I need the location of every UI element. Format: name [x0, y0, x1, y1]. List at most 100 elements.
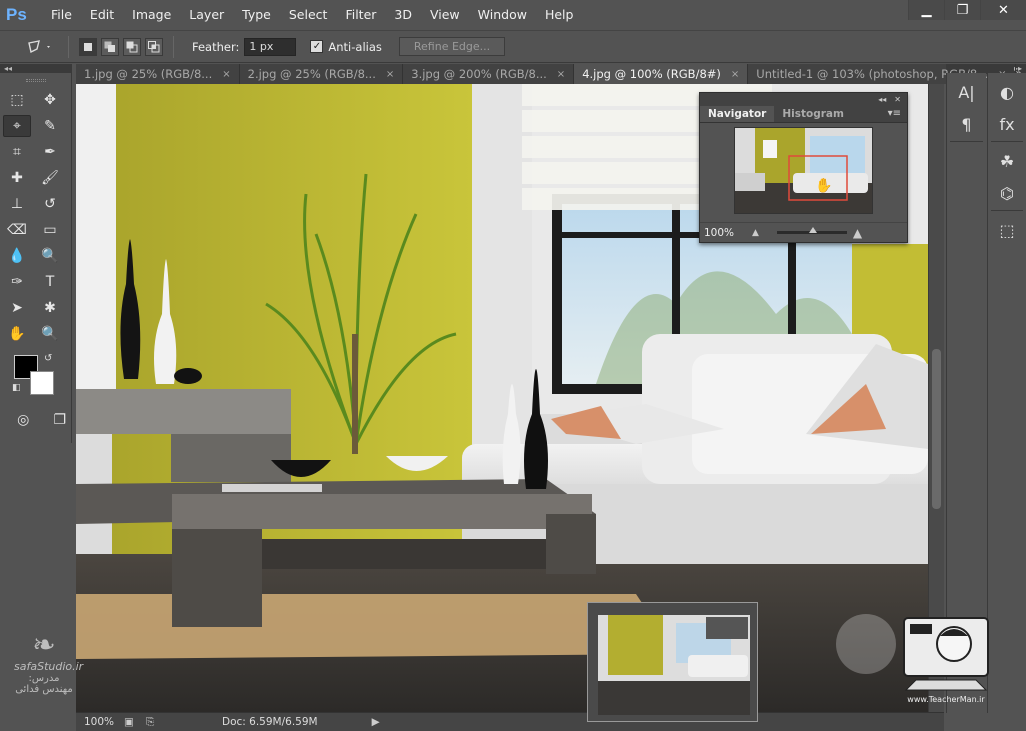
document-tab-bar: 1.jpg @ 25% (RGB/8... × 2.jpg @ 25% (RGB/8…: [76, 64, 1022, 84]
hand-icon[interactable]: ✋: [3, 323, 31, 345]
tool-preset-picker[interactable]: [20, 34, 60, 60]
zoom-icon[interactable]: 🔍: [36, 323, 64, 345]
proof-icon[interactable]: ▣: [124, 716, 146, 728]
new-selection-button[interactable]: [79, 37, 97, 56]
gradient-icon[interactable]: ▭: [36, 219, 64, 241]
document-tab[interactable]: 2.jpg @ 25% (RGB/8... ×: [240, 64, 404, 84]
panel-tabs: Navigator Histogram ▾≡: [700, 105, 907, 123]
eraser-icon[interactable]: ⌫: [3, 219, 31, 241]
menu-filter[interactable]: Filter: [336, 0, 385, 30]
menu-3d[interactable]: 3D: [385, 0, 421, 30]
menu-window[interactable]: Window: [469, 0, 536, 30]
swap-colors-icon[interactable]: ↺: [44, 353, 52, 364]
close-button[interactable]: ✕: [980, 0, 1026, 20]
status-menu-arrow-icon[interactable]: ▶: [372, 716, 380, 728]
toolbox-grip[interactable]: [0, 73, 71, 87]
default-colors-icon[interactable]: ◧: [12, 383, 21, 393]
type-icon[interactable]: T: [36, 271, 64, 293]
menu-file[interactable]: File: [42, 0, 81, 30]
eyedropper-icon[interactable]: ✒: [36, 141, 64, 163]
zoom-out-icon[interactable]: ▲: [752, 228, 759, 238]
intersect-selection-button[interactable]: [145, 37, 163, 56]
document-tab-label: 3.jpg @ 200% (RGB/8...: [411, 67, 547, 81]
safastudio-site: safaStudio.ir: [14, 660, 84, 673]
tab-histogram[interactable]: Histogram: [774, 106, 852, 122]
teacher-caricature-logo: [903, 617, 989, 691]
restore-button[interactable]: ❐: [944, 0, 980, 20]
polygonal-lasso-icon[interactable]: ⌖: [3, 115, 31, 137]
instructor-credit: مدرس: مهندس فدائی: [15, 673, 73, 695]
color-swatches: ↺ ◧: [0, 353, 71, 403]
spot-healing-icon[interactable]: ✚: [3, 167, 31, 189]
tab-navigator[interactable]: Navigator: [700, 106, 775, 122]
add-to-selection-button[interactable]: [101, 37, 119, 56]
status-bar: 100% ▣ ⎘ Doc: 6.59M/6.59M ▶: [76, 712, 944, 731]
tab-close-icon[interactable]: ×: [386, 69, 394, 80]
quick-selection-icon[interactable]: ✎: [36, 115, 64, 137]
refine-edge-button[interactable]: Refine Edge...: [398, 37, 506, 56]
toolbox: ⬚ ✥ ⌖ ✎ ⌗ ✒ ✚ 🖌 ⊥ ↺ ⌫ ▭ 💧 🔍 ✑ T ➤ ✱ ✋ 🔍 ↺ ◧ ◎ ❐: [0, 73, 72, 443]
document-tab-label: 2.jpg @ 25% (RGB/8...: [247, 67, 376, 81]
paths-panel-icon[interactable]: ⌬: [992, 180, 1022, 206]
feather-label: Feather:: [192, 39, 240, 54]
zoom-slider-knob[interactable]: [808, 227, 817, 233]
status-zoom[interactable]: 100%: [76, 716, 124, 728]
blur-icon[interactable]: 💧: [3, 245, 31, 267]
zoom-in-icon[interactable]: ▲: [853, 226, 862, 240]
photoshop-logo: Ps: [6, 5, 27, 24]
navigator-preview: ✋: [735, 128, 872, 213]
character-panel-icon[interactable]: A|: [952, 79, 982, 105]
scrollbar-thumb[interactable]: [932, 349, 941, 509]
channels-panel-icon[interactable]: ☘: [992, 148, 1022, 174]
divider: [173, 35, 174, 58]
collapse-panel-icon[interactable]: ◂◂: [878, 95, 886, 104]
minimize-button[interactable]: ▁: [908, 0, 944, 20]
menu-image[interactable]: Image: [123, 0, 180, 30]
panel-header: ◂◂ ✕: [700, 93, 907, 105]
move-icon[interactable]: ✥: [36, 89, 64, 111]
menu-layer[interactable]: Layer: [180, 0, 233, 30]
styles-panel-icon[interactable]: fx: [992, 111, 1022, 137]
menu-select[interactable]: Select: [280, 0, 337, 30]
document-tab[interactable]: 3.jpg @ 200% (RGB/8... ×: [403, 64, 575, 84]
feather-input[interactable]: [244, 37, 297, 56]
subtract-from-selection-button[interactable]: [123, 37, 141, 56]
navigator-zoom-slider[interactable]: [776, 227, 847, 234]
tab-close-icon[interactable]: ×: [557, 69, 565, 80]
doc-size-info: Doc: 6.59M/6.59M: [222, 716, 318, 728]
antialias-label: Anti-alias: [328, 39, 382, 54]
tab-close-icon[interactable]: ×: [731, 69, 739, 80]
3d-panel-icon[interactable]: ⬚: [992, 217, 1022, 243]
pen-icon[interactable]: ✑: [3, 271, 31, 293]
close-panel-icon[interactable]: ✕: [894, 95, 901, 104]
antialias-checkbox[interactable]: ✓: [310, 40, 324, 53]
adjustments-panel-icon[interactable]: ◐: [992, 79, 1022, 105]
menu-edit[interactable]: Edit: [81, 0, 123, 30]
crop-icon[interactable]: ⌗: [3, 141, 31, 163]
divider: [68, 35, 69, 58]
dodge-icon[interactable]: 🔍: [36, 245, 64, 267]
rectangular-marquee-icon[interactable]: ⬚: [3, 89, 31, 111]
navigator-thumbnail[interactable]: ✋: [734, 127, 873, 214]
teacherman-watermark: www.TeacherMan.ir: [896, 610, 996, 706]
tab-close-icon[interactable]: ×: [222, 69, 230, 80]
background-color-swatch[interactable]: [30, 371, 54, 395]
clone-stamp-icon[interactable]: ⊥: [3, 193, 31, 215]
navigator-zoom-value[interactable]: 100%: [700, 227, 752, 239]
document-tab[interactable]: 1.jpg @ 25% (RGB/8... ×: [76, 64, 240, 84]
screen-mode-icon[interactable]: ❐: [49, 409, 72, 431]
paragraph-panel-icon[interactable]: ¶: [952, 111, 982, 137]
menu-help[interactable]: Help: [536, 0, 583, 30]
safastudio-logo: ❧: [32, 628, 56, 661]
quick-mask-icon[interactable]: ◎: [12, 409, 35, 431]
menu-type[interactable]: Type: [233, 0, 280, 30]
menu-view[interactable]: View: [421, 0, 469, 30]
path-selection-icon[interactable]: ➤: [3, 297, 31, 319]
brush-icon[interactable]: 🖌: [36, 167, 64, 189]
panel-menu-icon[interactable]: ▾≡: [888, 106, 907, 122]
export-icon[interactable]: ⎘: [146, 716, 162, 729]
document-tab[interactable]: 4.jpg @ 100% (RGB/8#) ×: [574, 64, 749, 84]
custom-shape-icon[interactable]: ✱: [36, 297, 64, 319]
navigator-panel: ◂◂ ✕ Navigator Histogram ▾≡ ✋ 100% ▲ ▲: [699, 92, 908, 243]
history-brush-icon[interactable]: ↺: [36, 193, 64, 215]
